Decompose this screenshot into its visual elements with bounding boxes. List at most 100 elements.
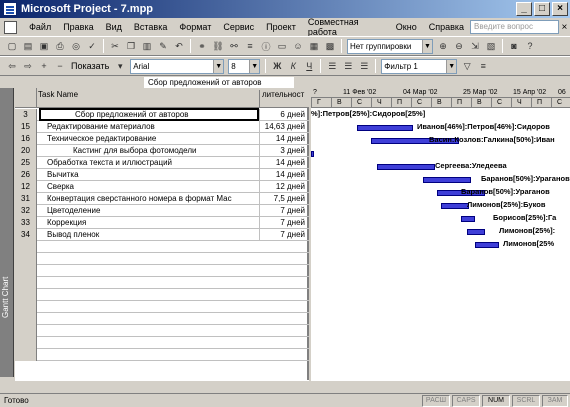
empty-row[interactable] xyxy=(15,349,309,361)
notes-icon[interactable]: ▭ xyxy=(275,39,289,53)
gantt-bar[interactable] xyxy=(423,177,471,183)
arrow-left-icon[interactable]: ⇦ xyxy=(5,59,19,73)
select-all-cell[interactable] xyxy=(15,88,37,108)
menu-edit[interactable]: Правка xyxy=(57,22,99,32)
task-name[interactable]: Кастинг для выбора фотомодели xyxy=(39,145,259,156)
maximize-button[interactable]: □ xyxy=(534,2,550,16)
menu-format[interactable]: Формат xyxy=(173,22,217,32)
font-select[interactable]: Arial ▼ xyxy=(130,58,225,74)
row-id[interactable]: 12 xyxy=(15,181,37,193)
gantt-bar[interactable] xyxy=(311,151,314,157)
format-painter-icon[interactable]: ✎ xyxy=(156,39,170,53)
row-id[interactable]: 26 xyxy=(15,169,37,181)
task-duration[interactable]: 14,63 дней xyxy=(259,121,307,133)
task-duration[interactable]: 12 дней xyxy=(259,181,307,193)
table-row[interactable]: 33 Коррекция 7 дней xyxy=(15,217,309,229)
hyperlink-icon[interactable]: ⚭ xyxy=(195,39,209,53)
task-name[interactable]: Цветоделение xyxy=(39,205,259,216)
menu-project[interactable]: Проект xyxy=(260,22,302,32)
empty-row[interactable] xyxy=(15,241,309,253)
column-header-name[interactable]: Task Name xyxy=(38,90,78,99)
link-icon[interactable]: ⛓ xyxy=(211,39,225,53)
row-id[interactable]: 31 xyxy=(15,193,37,205)
task-name[interactable]: Конвертация сверстанного номера в формат… xyxy=(39,193,259,204)
row-id[interactable]: 20 xyxy=(15,145,37,157)
gantt-bar[interactable] xyxy=(461,216,475,222)
empty-row[interactable] xyxy=(15,253,309,265)
menu-insert[interactable]: Вставка xyxy=(128,22,173,32)
gantt-wizard-icon[interactable]: ≡ xyxy=(476,59,490,73)
task-name[interactable]: Обработка текста и иллюстраций xyxy=(39,157,259,168)
table-row[interactable]: 12 Сверка 12 дней xyxy=(15,181,309,193)
row-id[interactable]: 33 xyxy=(15,217,37,229)
underline-icon[interactable]: Ч xyxy=(302,59,316,73)
empty-row[interactable] xyxy=(15,325,309,337)
gantt-bar[interactable] xyxy=(357,125,413,131)
task-duration[interactable]: 6 дней xyxy=(259,109,307,121)
menu-file[interactable]: Файл xyxy=(23,22,57,32)
zoom-in-icon[interactable]: ⊕ xyxy=(436,39,450,53)
preview-icon[interactable]: ◎ xyxy=(69,39,83,53)
menu-help[interactable]: Справка xyxy=(423,22,470,32)
zoom-out-icon[interactable]: ⊖ xyxy=(452,39,466,53)
filter-select[interactable]: Фильтр 1 ▼ xyxy=(381,58,458,74)
empty-row[interactable] xyxy=(15,265,309,277)
camera-icon[interactable]: ◙ xyxy=(507,39,521,53)
autofilter-icon[interactable]: ▽ xyxy=(460,59,474,73)
task-name[interactable]: Редактирование материалов xyxy=(39,121,259,132)
gantt-bar[interactable] xyxy=(441,203,469,209)
task-duration[interactable]: 14 дней xyxy=(259,133,307,145)
empty-row[interactable] xyxy=(15,337,309,349)
show-button[interactable]: Показать xyxy=(68,61,112,71)
align-right-icon[interactable]: ☰ xyxy=(357,59,371,73)
empty-row[interactable] xyxy=(15,313,309,325)
copy-icon[interactable]: ❐ xyxy=(124,39,138,53)
task-name[interactable]: Техническое редактирование xyxy=(39,133,259,144)
chevron-down-icon[interactable]: ▾ xyxy=(113,59,127,73)
close-button[interactable]: × xyxy=(552,2,568,16)
table-row[interactable]: 25 Обработка текста и иллюстраций 14 дней xyxy=(15,157,309,169)
align-left-icon[interactable]: ☰ xyxy=(325,59,339,73)
row-id[interactable]: 3 xyxy=(15,109,37,121)
unlink-icon[interactable]: ⚯ xyxy=(227,39,241,53)
help-icon[interactable]: ? xyxy=(523,39,537,53)
task-duration[interactable]: 7 дней xyxy=(259,229,307,241)
table-row[interactable]: 31 Конвертация сверстанного номера в форм… xyxy=(15,193,309,205)
task-name[interactable]: Вычитка xyxy=(39,169,259,180)
calendar-icon[interactable]: ▩ xyxy=(323,39,337,53)
font-size-select[interactable]: 8 ▼ xyxy=(228,58,261,74)
table-row[interactable]: 32 Цветоделение 7 дней xyxy=(15,205,309,217)
task-name[interactable]: Сверка xyxy=(39,181,259,192)
spelling-icon[interactable]: ✓ xyxy=(85,39,99,53)
undo-icon[interactable]: ↶ xyxy=(172,39,186,53)
column-header-duration[interactable]: лительност xyxy=(259,90,309,108)
gantt-scrollbar[interactable] xyxy=(311,380,570,393)
save-icon[interactable]: ▣ xyxy=(37,39,51,53)
menu-view[interactable]: Вид xyxy=(100,22,128,32)
empty-row[interactable] xyxy=(15,301,309,313)
info-icon[interactable]: ⓘ xyxy=(259,39,273,53)
gantt-bar[interactable] xyxy=(475,242,499,248)
table-row[interactable]: 34 Вывод пленок 7 дней xyxy=(15,229,309,241)
table-scrollbar[interactable] xyxy=(15,380,309,393)
menu-tools[interactable]: Сервис xyxy=(217,22,260,32)
split-icon[interactable]: ≡ xyxy=(243,39,257,53)
align-center-icon[interactable]: ☰ xyxy=(341,59,355,73)
document-icon[interactable] xyxy=(4,20,18,34)
task-name[interactable]: Сбор предложений от авторов xyxy=(39,108,259,121)
task-duration[interactable]: 7 дней xyxy=(259,217,307,229)
menu-collaborate[interactable]: Совместная работа xyxy=(302,17,390,37)
remove-icon[interactable]: − xyxy=(53,59,67,73)
gantt-bar[interactable] xyxy=(377,164,435,170)
gantt-bar[interactable] xyxy=(467,229,485,235)
task-duration[interactable]: 14 дней xyxy=(259,157,307,169)
italic-icon[interactable]: К xyxy=(286,59,300,73)
task-name[interactable]: Коррекция xyxy=(39,217,259,228)
task-name[interactable]: Вывод пленок xyxy=(39,229,259,240)
row-id[interactable]: 25 xyxy=(15,157,37,169)
open-icon[interactable]: ▤ xyxy=(21,39,35,53)
row-id[interactable]: 16 xyxy=(15,133,37,145)
copy-picture-icon[interactable]: ▧ xyxy=(484,39,498,53)
table-row[interactable]: 16 Техническое редактирование 14 дней xyxy=(15,133,309,145)
task-duration[interactable]: 7,5 дней xyxy=(259,193,307,205)
